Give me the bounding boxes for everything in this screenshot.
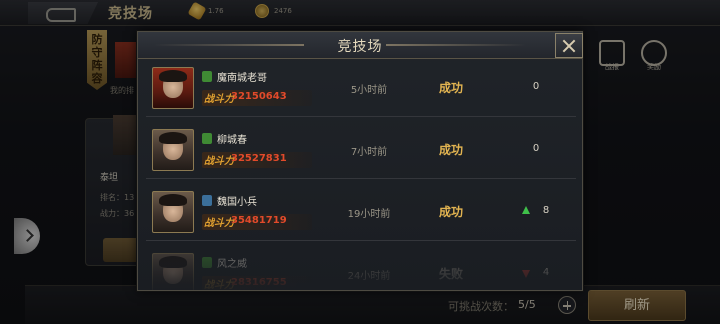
arena-screen: 竞技场 1.76 2476 防守阵容 我的排 泰坦 排名：13 战力：36 战报… bbox=[0, 0, 720, 324]
vip-badge-icon bbox=[202, 257, 212, 268]
opponent-avatar[interactable] bbox=[152, 129, 194, 171]
opponent-power: 35481719 bbox=[231, 215, 287, 226]
dialog-header: 竞技场 bbox=[138, 32, 582, 59]
opponent-power: 32527831 bbox=[231, 153, 287, 164]
rank-change: 0 bbox=[532, 143, 540, 154]
record-time: 24小时前 bbox=[347, 271, 391, 282]
vip-badge-icon bbox=[202, 71, 212, 82]
battle-result: 成功 bbox=[438, 205, 463, 219]
vip-badge-icon bbox=[202, 133, 212, 144]
record-time: 7小时前 bbox=[350, 147, 388, 158]
opponent-avatar[interactable] bbox=[152, 253, 194, 290]
arena-record-dialog: 竞技场 魔南城老哥 战斗力 32150643 5小时前 成功 0 柳城春 战斗力 3252783… bbox=[137, 31, 583, 291]
power-label: 战斗力 bbox=[204, 94, 234, 105]
dialog-title: 竞技场 bbox=[337, 39, 383, 55]
power-label: 战斗力 bbox=[204, 218, 234, 229]
list-item[interactable]: 柳城春战斗力 32527831 7小时前 成功 0 bbox=[146, 121, 576, 179]
rank-change: 8 bbox=[542, 205, 550, 216]
list-item[interactable]: 魔南城老哥战斗力 32150643 5小时前 成功 0 bbox=[146, 59, 576, 117]
opponent-power: 28316755 bbox=[231, 277, 287, 288]
record-time: 5小时前 bbox=[350, 85, 388, 96]
power-label: 战斗力 bbox=[204, 280, 234, 291]
battle-result: 失败 bbox=[438, 267, 463, 281]
opponent-name: 风之威 bbox=[217, 259, 247, 270]
opponent-avatar[interactable] bbox=[152, 67, 194, 109]
list-item[interactable]: 魏国小兵战斗力 35481719 19小时前 成功 8 bbox=[146, 183, 576, 241]
opponent-name: 魔南城老哥 bbox=[217, 73, 267, 84]
rank-change: 4 bbox=[542, 267, 550, 278]
list-item[interactable]: 风之威战斗力 28316755 24小时前 失败 4 bbox=[146, 245, 576, 291]
opponent-power: 32150643 bbox=[231, 91, 287, 102]
battle-result: 成功 bbox=[438, 81, 463, 95]
opponent-name: 柳城春 bbox=[217, 135, 247, 146]
opponent-name: 魏国小兵 bbox=[217, 197, 257, 208]
close-button[interactable] bbox=[555, 33, 583, 58]
power-label: 战斗力 bbox=[204, 156, 234, 167]
record-list[interactable]: 魔南城老哥 战斗力 32150643 5小时前 成功 0 柳城春 战斗力 32527831 7小时… bbox=[138, 59, 582, 291]
opponent-avatar[interactable] bbox=[152, 191, 194, 233]
record-time: 19小时前 bbox=[347, 209, 391, 220]
vip-badge-icon bbox=[202, 195, 212, 206]
battle-result: 成功 bbox=[438, 143, 463, 157]
rank-change: 0 bbox=[532, 81, 540, 92]
